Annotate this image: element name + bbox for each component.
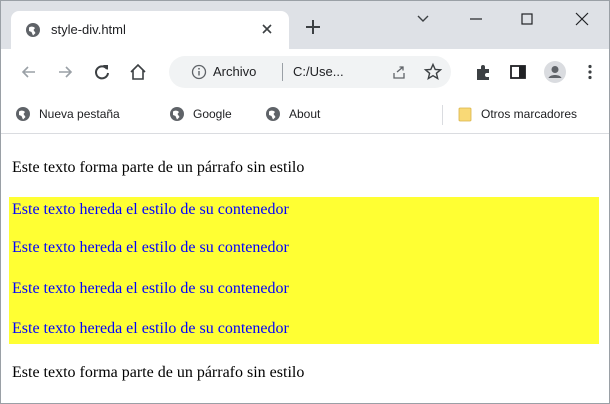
url-text[interactable]: C:/Use... — [293, 64, 344, 80]
forward-icon[interactable] — [55, 62, 75, 82]
close-icon[interactable] — [259, 21, 275, 37]
share-icon[interactable] — [391, 64, 407, 80]
maximize-icon[interactable] — [513, 7, 541, 31]
globe-icon — [16, 107, 30, 121]
reload-icon[interactable] — [92, 62, 112, 82]
page-content: Este texto forma parte de un párrafo sin… — [1, 134, 609, 403]
globe-icon — [170, 107, 184, 121]
menu-icon[interactable] — [580, 62, 600, 82]
chevron-down-icon[interactable] — [409, 7, 437, 31]
bookmark-label: About — [289, 107, 321, 121]
bookmarks-bar: Nueva pestaña Google About Otros marcado… — [1, 95, 609, 134]
globe-icon — [26, 23, 40, 37]
plain-paragraph: Este texto forma parte de un párrafo sin… — [12, 159, 305, 176]
side-panel-icon[interactable] — [508, 62, 528, 82]
star-icon[interactable] — [423, 62, 443, 82]
styled-div: Este texto hereda el estilo de su conten… — [9, 197, 599, 344]
back-icon[interactable] — [19, 62, 39, 82]
bookmark-google[interactable]: Google — [169, 105, 249, 123]
bookmark-label: Google — [193, 107, 232, 121]
folder-icon — [458, 107, 472, 122]
toolbar: Archivo C:/Use... — [1, 49, 609, 95]
bookmark-label: Otros marcadores — [481, 107, 578, 121]
profile-icon[interactable] — [543, 60, 567, 84]
tab-title: style-div.html — [51, 22, 126, 37]
bookmark-about[interactable]: About — [265, 105, 345, 123]
site-chip[interactable]: Archivo — [213, 64, 256, 80]
address-bar[interactable]: Archivo C:/Use... — [169, 56, 451, 88]
info-icon[interactable] — [191, 64, 207, 80]
home-icon[interactable] — [128, 62, 148, 82]
globe-icon — [266, 107, 280, 121]
styled-paragraph: Este texto hereda el estilo de su conten… — [12, 239, 289, 256]
styled-paragraph: Este texto hereda el estilo de su conten… — [12, 201, 289, 218]
bookmark-otros-marcadores[interactable]: Otros marcadores — [457, 105, 607, 123]
chip-divider — [282, 63, 283, 81]
window-close-icon[interactable] — [568, 7, 596, 31]
tab-style-div[interactable]: style-div.html — [11, 11, 289, 49]
styled-paragraph: Este texto hereda el estilo de su conten… — [12, 320, 289, 337]
extensions-icon[interactable] — [473, 62, 493, 82]
plus-icon[interactable] — [301, 15, 325, 39]
plain-paragraph: Este texto forma parte de un párrafo sin… — [12, 364, 305, 381]
styled-paragraph: Este texto hereda el estilo de su conten… — [12, 280, 289, 297]
bookmark-label: Nueva pestaña — [39, 107, 120, 121]
browser-window: style-div.html Archivo C:/Use... Nueva p… — [0, 0, 610, 404]
bookmarks-divider — [442, 105, 443, 125]
bookmark-nueva-pestana[interactable]: Nueva pestaña — [15, 105, 155, 123]
tab-strip: style-div.html — [1, 1, 609, 49]
minimize-icon[interactable] — [462, 7, 490, 31]
